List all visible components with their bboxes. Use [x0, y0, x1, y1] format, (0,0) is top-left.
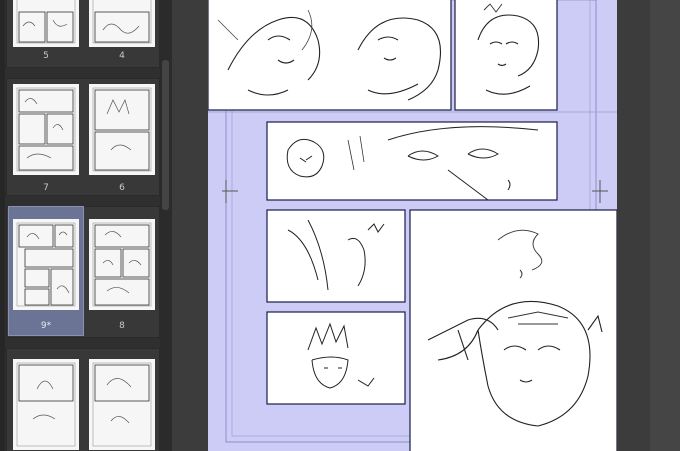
comic-panel-2[interactable]: [454, 0, 558, 111]
page-thumbnail-4[interactable]: 4: [85, 0, 159, 67]
page-thumbnail-11[interactable]: [9, 349, 83, 451]
spread-row: 9* 8: [6, 206, 160, 338]
page-management-panel: 5 4 7 6 9* 8: [0, 0, 172, 451]
comic-panel-6[interactable]: [409, 209, 617, 451]
thumbnail-image: [13, 219, 79, 310]
page-thumbnail-6[interactable]: 6: [85, 79, 159, 195]
crop-mark-left: [222, 180, 238, 203]
right-scrollbar-area[interactable]: [650, 0, 680, 451]
spread-row: 5 4: [6, 0, 160, 68]
spread-row: 7 6: [6, 78, 160, 196]
page-thumbnail-8[interactable]: 8: [85, 207, 159, 335]
thumbnail-image: [89, 0, 155, 47]
comic-panel-4[interactable]: [266, 209, 406, 303]
thumbnail-image: [89, 84, 155, 175]
page-thumbnail-10[interactable]: [85, 349, 159, 451]
thumbnail-image: [89, 219, 155, 310]
crop-mark-right: [592, 180, 608, 203]
page-number-label: 5: [43, 51, 49, 61]
comic-panel-3[interactable]: [266, 121, 558, 201]
thumbnail-image: [13, 359, 79, 450]
panel-edge: [0, 0, 5, 451]
page-thumbnail-7[interactable]: 7: [9, 79, 83, 195]
page-number-label: 8: [119, 321, 125, 331]
thumbnail-image: [89, 359, 155, 450]
manga-page-canvas[interactable]: [208, 0, 617, 451]
page-number-label: 4: [119, 51, 125, 61]
page-number-label: 9*: [40, 321, 52, 331]
page-number-label: 7: [43, 183, 49, 193]
panel-scrollbar-thumb[interactable]: [162, 60, 169, 210]
comic-panel-5[interactable]: [266, 311, 406, 405]
comic-panel-1[interactable]: [208, 0, 452, 111]
canvas-workspace[interactable]: [172, 0, 680, 451]
page-number-label: 6: [119, 183, 125, 193]
thumbnail-image: [13, 84, 79, 175]
spread-row: [6, 348, 160, 451]
page-thumbnail-5[interactable]: 5: [9, 0, 83, 67]
thumbnail-image: [13, 0, 79, 47]
page-thumbnail-9-selected[interactable]: 9*: [8, 206, 84, 336]
